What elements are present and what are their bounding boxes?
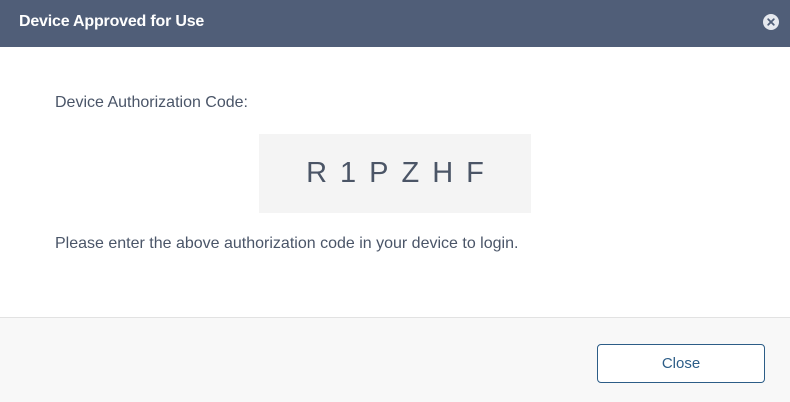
dialog-footer: Close <box>0 317 790 402</box>
dialog-body: Device Authorization Code: R1PZHF Please… <box>0 47 790 317</box>
close-button[interactable]: Close <box>597 344 765 383</box>
authorization-code-label: Device Authorization Code: <box>55 94 248 111</box>
authorization-code: R1PZHF <box>306 157 497 189</box>
instructions-text: Please enter the above authorization cod… <box>55 235 519 252</box>
close-circle-icon[interactable] <box>763 14 779 30</box>
authorization-code-box: R1PZHF <box>259 134 531 213</box>
dialog-titlebar: Device Approved for Use <box>0 0 790 47</box>
dialog-title: Device Approved for Use <box>19 13 205 30</box>
device-approved-dialog: Device Approved for Use Device Authoriza… <box>0 0 790 402</box>
